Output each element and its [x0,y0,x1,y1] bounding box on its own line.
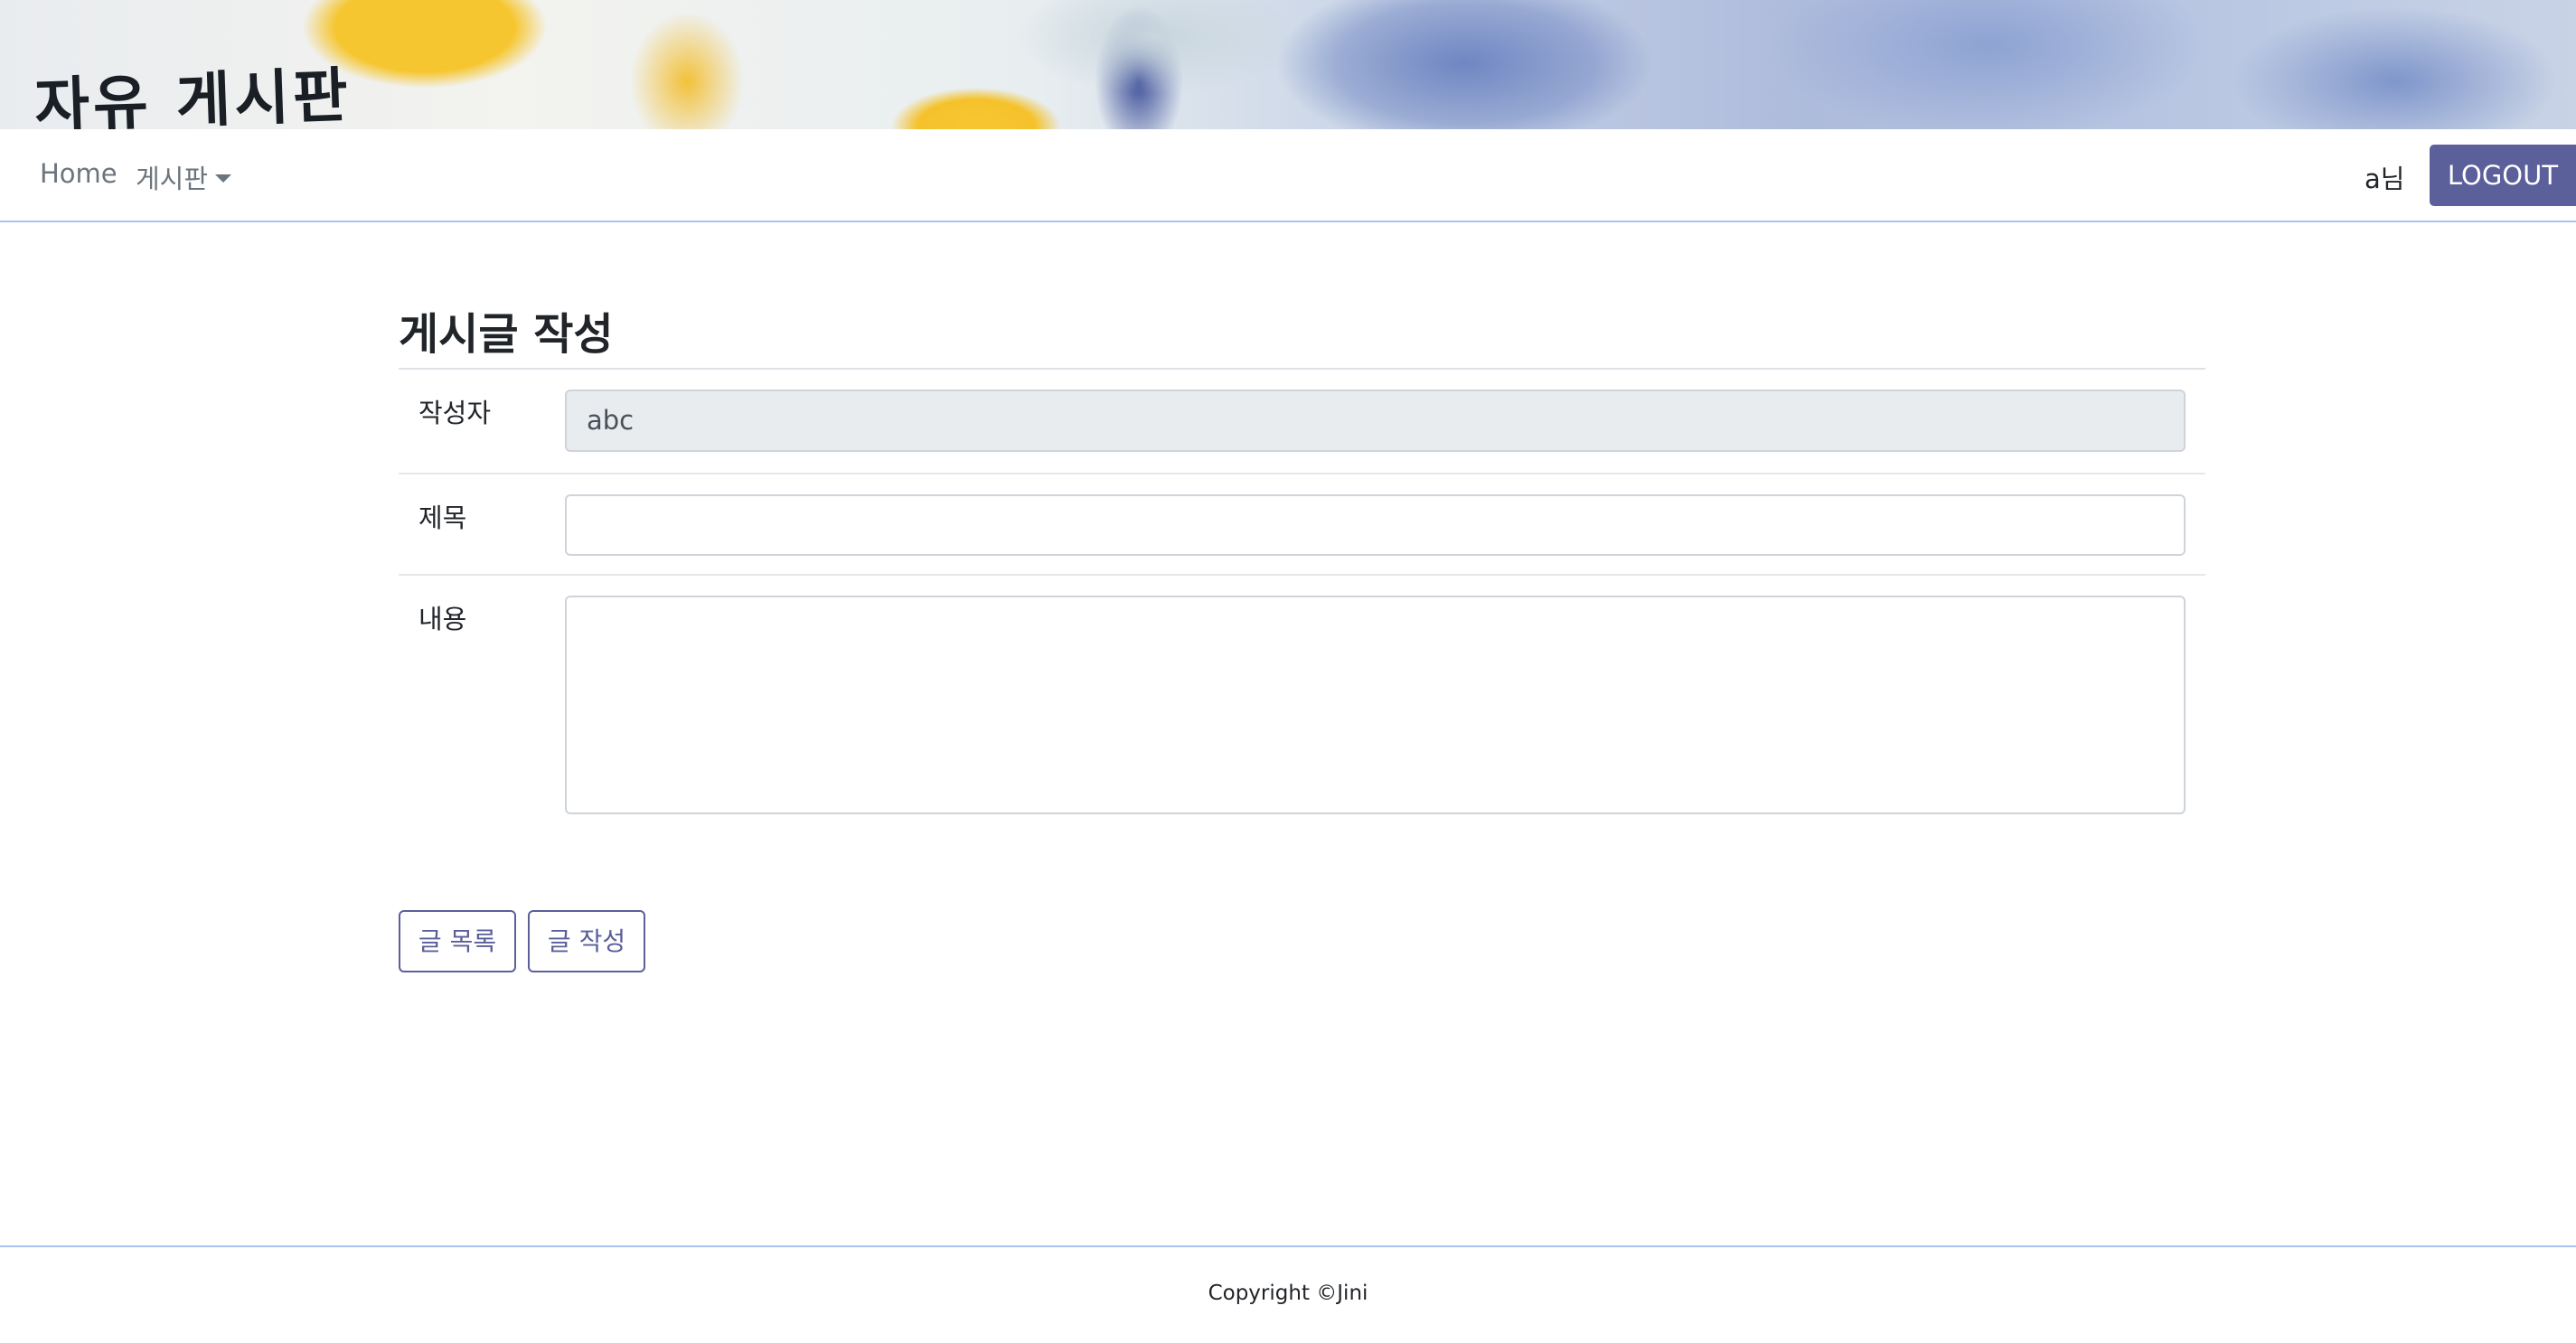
user-greeting: a님 [2364,164,2405,194]
content-row: 내용 [399,576,2205,814]
nav-board-label: 게시판 [136,164,209,194]
logout-button[interactable]: LOGOUT [2430,145,2576,206]
subject-row: 제목 [399,474,2205,576]
write-button[interactable]: 글 작성 [528,910,645,972]
site-logo[interactable]: 자유 게시판 [33,47,353,129]
subject-label: 제목 [418,502,467,533]
caret-down-icon [215,174,232,183]
footer: Copyright ©Jini [0,1245,2576,1343]
nav-board-dropdown[interactable]: 게시판 [136,158,232,196]
top-navbar: Home 게시판 a님 LOGOUT [0,129,2576,222]
writer-field: abc [565,390,2186,452]
page-title: 게시글 작성 [399,309,614,360]
content-label: 내용 [418,604,467,634]
subject-input[interactable] [565,494,2186,556]
post-form: 작성자 abc 제목 내용 [399,368,2205,814]
copyright-text: Copyright ©Jini [1208,1282,1368,1305]
list-button[interactable]: 글 목록 [399,910,516,972]
header-banner: 자유 게시판 [0,0,2576,129]
writer-row: 작성자 abc [399,370,2205,474]
nav-home-link[interactable]: Home [40,158,118,189]
writer-label: 작성자 [418,398,492,428]
content-textarea[interactable] [565,596,2186,814]
